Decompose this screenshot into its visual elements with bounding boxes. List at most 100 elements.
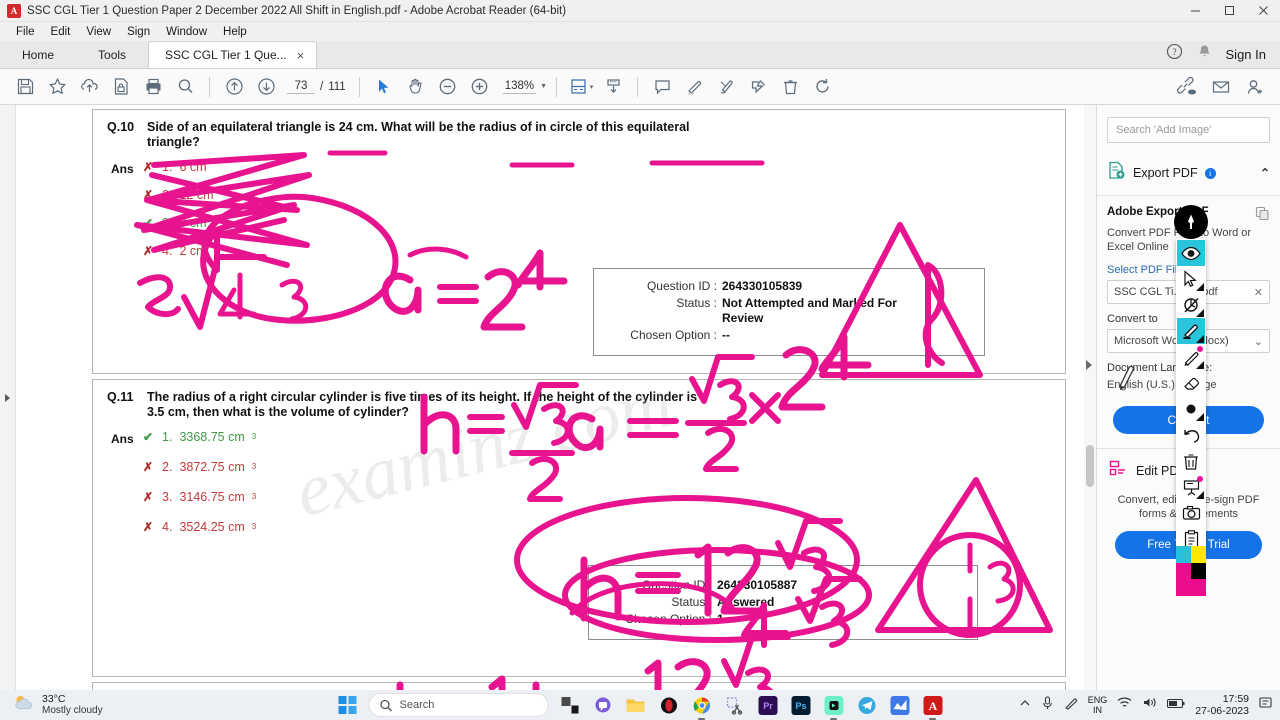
epic-pen-logo-icon[interactable]	[1174, 205, 1208, 239]
chrome-icon[interactable]	[690, 693, 714, 720]
submenu-caret-icon[interactable]	[1196, 413, 1204, 421]
question-q11-option-4[interactable]: ✗ 4. 3524.25 cm 3	[143, 520, 256, 534]
help-icon[interactable]: ?	[1166, 43, 1183, 65]
chevron-up-icon[interactable]: ⌃	[1260, 166, 1270, 180]
close-button[interactable]	[1246, 0, 1280, 22]
swatch-cyan[interactable]	[1176, 546, 1191, 563]
navigation-pane-toggle[interactable]	[0, 105, 16, 690]
document-scrollbar[interactable]	[1084, 105, 1096, 690]
draw-freehand-icon[interactable]	[711, 72, 741, 102]
question-q10-option-2[interactable]: ✗ 2. 12 cm	[143, 188, 213, 202]
trash-icon[interactable]	[775, 72, 805, 102]
chevron-up-icon[interactable]	[1019, 696, 1031, 714]
volume-icon[interactable]	[1142, 696, 1157, 714]
select-cursor-icon[interactable]	[369, 72, 399, 102]
eraser-icon[interactable]	[1177, 370, 1205, 396]
eye-visibility-icon[interactable]	[1177, 240, 1205, 266]
save-icon[interactable]	[10, 72, 40, 102]
sign-in-button[interactable]: Sign In	[1226, 47, 1266, 62]
photoshop-icon[interactable]: Ps	[789, 693, 813, 717]
email-icon[interactable]	[1206, 72, 1236, 102]
question-q11-option-3[interactable]: ✗ 3. 3146.75 cm 3	[143, 490, 256, 504]
clear-file-icon[interactable]: ✕	[1254, 286, 1263, 299]
cursor-arrow-icon[interactable]	[1177, 266, 1205, 292]
submenu-caret-icon[interactable]	[1196, 335, 1204, 343]
undo-icon[interactable]	[1177, 422, 1205, 448]
zoom-control[interactable]: 138% ▼	[502, 80, 547, 94]
share-link-icon[interactable]	[1172, 72, 1202, 102]
epic-pen-toolbar[interactable]	[1176, 238, 1206, 554]
info-icon[interactable]	[1204, 167, 1216, 179]
taskbar-clock[interactable]: 17:59 27-06-2023	[1195, 693, 1249, 717]
protect-document-icon[interactable]	[106, 72, 136, 102]
menu-edit[interactable]: Edit	[43, 25, 79, 39]
tab-close-icon[interactable]: ×	[293, 48, 309, 63]
windows-start-icon[interactable]	[336, 693, 360, 717]
wondershare-icon[interactable]	[888, 693, 912, 717]
swatch-black[interactable]	[1191, 563, 1206, 579]
question-q11-option-2[interactable]: ✗ 2. 3872.75 cm 3	[143, 460, 256, 474]
submenu-caret-icon[interactable]	[1196, 283, 1204, 291]
microphone-icon[interactable]	[1041, 695, 1054, 715]
chevron-down-icon[interactable]: ▼	[540, 83, 547, 90]
question-q10-option-1[interactable]: ✗ 1. 6 cm	[143, 160, 207, 174]
battery-icon[interactable]	[1167, 696, 1185, 714]
tab-document[interactable]: SSC CGL Tier 1 Que... ×	[148, 41, 318, 68]
wifi-icon[interactable]	[1117, 696, 1132, 714]
notification-bell-icon[interactable]	[1197, 44, 1212, 65]
print-icon[interactable]	[138, 72, 168, 102]
add-user-icon[interactable]	[1240, 72, 1270, 102]
shapes-off-icon[interactable]	[1177, 292, 1205, 318]
hand-tool-icon[interactable]	[401, 72, 431, 102]
search-icon[interactable]	[170, 72, 200, 102]
submenu-caret-icon[interactable]	[1196, 491, 1204, 499]
menu-window[interactable]: Window	[158, 25, 215, 39]
whiteboard-icon[interactable]	[1177, 474, 1205, 500]
upload-cloud-icon[interactable]	[74, 72, 104, 102]
menu-view[interactable]: View	[78, 25, 119, 39]
camtasia-icon[interactable]	[822, 693, 846, 720]
fit-page-caret-icon[interactable]: ▾	[590, 83, 594, 91]
star-icon[interactable]	[42, 72, 72, 102]
adobe-acrobat-icon[interactable]: A	[921, 693, 945, 720]
notification-icon[interactable]	[1259, 696, 1272, 715]
arrow-down-circle-icon[interactable]	[251, 72, 281, 102]
panel-search-box[interactable]	[1107, 117, 1270, 143]
page-number-input[interactable]	[287, 79, 315, 94]
menu-file[interactable]: File	[8, 25, 43, 39]
question-q10-option-4[interactable]: ✗ 4. 2 cm	[143, 244, 207, 258]
teams-chat-icon[interactable]	[591, 693, 615, 717]
opera-gx-icon[interactable]	[657, 693, 681, 717]
color-swatch-palette[interactable]	[1176, 546, 1206, 596]
stamp-icon[interactable]	[743, 72, 773, 102]
zoom-in-icon[interactable]	[465, 72, 495, 102]
question-q10-option-3[interactable]: ✔ 3. 9 cm	[143, 216, 207, 230]
menu-sign[interactable]: Sign	[119, 25, 158, 39]
copy-icon[interactable]	[1255, 206, 1270, 226]
minimize-button[interactable]	[1178, 0, 1212, 22]
comment-icon[interactable]	[647, 72, 677, 102]
export-pdf-section-header[interactable]: Export PDF ⌃	[1097, 151, 1280, 196]
menu-help[interactable]: Help	[215, 25, 255, 39]
rotate-icon[interactable]	[807, 72, 837, 102]
document-canvas[interactable]: examinz.com Q.10 Side of an equilateral …	[16, 105, 1080, 690]
language-indicator[interactable]: ENG IN	[1088, 695, 1108, 715]
snipping-tool-icon[interactable]	[723, 693, 747, 717]
scroll-mode-icon[interactable]	[598, 72, 628, 102]
pen-icon[interactable]	[1064, 696, 1078, 715]
highlight-icon[interactable]	[679, 72, 709, 102]
pencil-icon[interactable]	[1177, 344, 1205, 370]
arrow-up-circle-icon[interactable]	[219, 72, 249, 102]
swatch-yellow[interactable]	[1191, 546, 1206, 563]
submenu-caret-icon[interactable]	[1196, 361, 1204, 369]
chevron-down-icon[interactable]: ⌄	[1254, 335, 1263, 348]
scroll-expand-icon[interactable]	[1086, 360, 1092, 370]
telegram-icon[interactable]	[855, 693, 879, 717]
trash-icon[interactable]	[1177, 448, 1205, 474]
highlighter-icon[interactable]	[1177, 318, 1205, 344]
file-explorer-icon[interactable]	[624, 693, 648, 717]
panel-search-input[interactable]	[1116, 124, 1261, 136]
tab-tools[interactable]: Tools	[76, 42, 148, 68]
dot-size-icon[interactable]	[1177, 396, 1205, 422]
question-q11-option-1[interactable]: ✔ 1. 3368.75 cm 3	[143, 430, 256, 444]
